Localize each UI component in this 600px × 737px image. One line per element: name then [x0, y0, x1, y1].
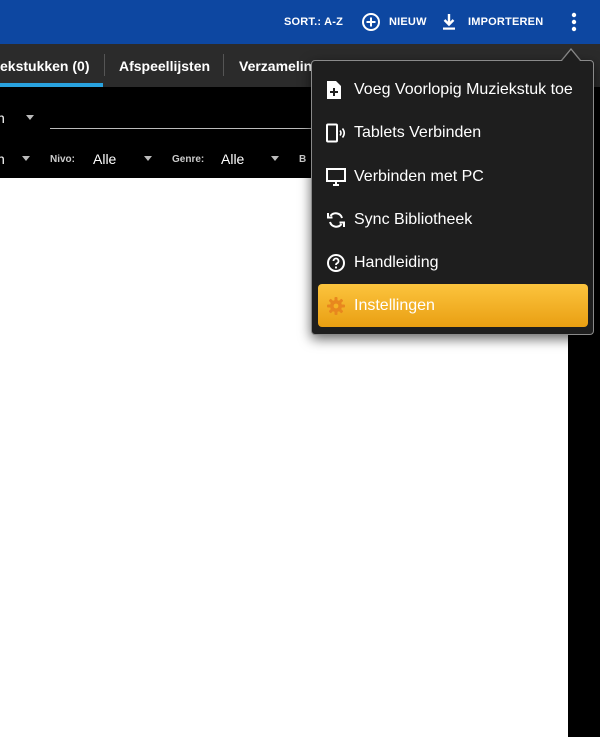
menu-item-label: Sync Bibliotheek — [354, 210, 473, 228]
tab-label: Afspeellijsten — [119, 57, 211, 74]
help-icon — [318, 253, 354, 273]
genre-label: Genre: — [172, 154, 205, 165]
sort-field-value[interactable]: n — [0, 151, 5, 167]
import-label: IMPORTEREN — [468, 16, 544, 28]
sync-icon — [318, 210, 354, 230]
import-button[interactable]: IMPORTEREN — [442, 0, 543, 44]
menu-item-manual[interactable]: Handleiding — [318, 241, 588, 284]
tab-collections[interactable]: Verzamelingen — [239, 44, 311, 87]
sort-label: SORT.: A-Z — [284, 16, 344, 28]
tab-pieces[interactable]: ekstukken (0) — [0, 44, 100, 87]
menu-item-label: Verbinden met PC — [354, 167, 484, 185]
tab-playlists[interactable]: Afspeellijsten — [119, 44, 210, 87]
tab-divider — [223, 54, 224, 76]
menu-item-connect-tablets[interactable]: Tablets Verbinden — [318, 111, 588, 154]
monitor-icon — [318, 167, 354, 187]
menu-item-connect-pc[interactable]: Verbinden met PC — [318, 155, 588, 198]
dropdown-caret-icon[interactable] — [26, 115, 34, 120]
tab-label: ekstukken (0) — [0, 57, 90, 74]
nivo-select[interactable]: Alle — [93, 151, 116, 167]
tab-label: Verzamelingen — [239, 57, 311, 74]
filter-field-value[interactable]: n — [0, 110, 5, 126]
menu-item-label: Voeg Voorlopig Muziekstuk toe — [354, 80, 573, 98]
dropdown-caret-icon[interactable] — [22, 156, 30, 161]
add-circle-icon — [361, 12, 381, 32]
menu-item-add-temp-piece[interactable]: Voeg Voorlopig Muziekstuk toe — [318, 68, 588, 111]
add-file-icon — [318, 80, 354, 100]
download-icon — [442, 13, 456, 31]
new-label: NIEUW — [389, 16, 427, 28]
dropdown-caret-icon[interactable] — [271, 156, 279, 161]
menu-item-label: Tablets Verbinden — [354, 123, 482, 141]
filter-label-partial: B — [299, 154, 307, 165]
menu-item-settings[interactable]: Instellingen — [318, 284, 588, 327]
overflow-menu-button[interactable] — [564, 0, 584, 44]
more-vert-icon — [571, 12, 577, 32]
menu-item-sync-library[interactable]: Sync Bibliotheek — [318, 198, 588, 241]
gear-icon — [318, 296, 354, 316]
app-bar: SORT.: A-Z NIEUW IMPORTEREN — [0, 0, 600, 44]
sort-button[interactable]: SORT.: A-Z — [284, 0, 343, 44]
nivo-label: Nivo: — [50, 154, 75, 165]
overflow-menu: Voeg Voorlopig Muziekstuk toe Tablets Ve… — [311, 60, 594, 335]
search-input-underline[interactable] — [50, 128, 320, 129]
menu-item-label: Instellingen — [354, 296, 435, 314]
dropdown-caret-icon[interactable] — [144, 156, 152, 161]
new-button[interactable]: NIEUW — [361, 0, 427, 44]
menu-pointer-fill — [562, 50, 580, 61]
tablet-connect-icon — [318, 123, 354, 143]
tab-divider — [104, 54, 105, 76]
genre-select[interactable]: Alle — [221, 151, 244, 167]
menu-item-label: Handleiding — [354, 253, 439, 271]
